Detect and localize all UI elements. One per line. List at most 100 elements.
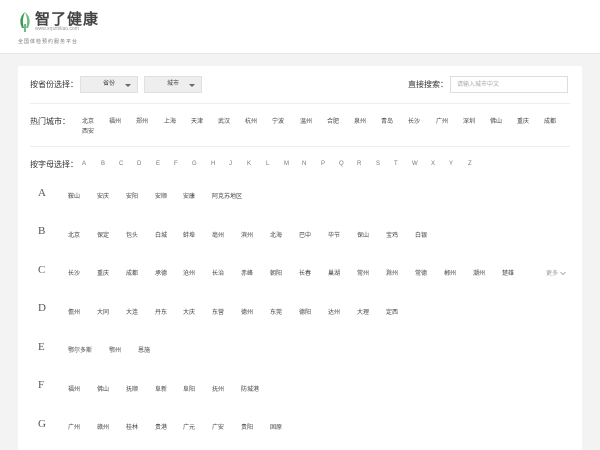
letter-link[interactable]: E [156,161,160,167]
letter-link[interactable]: N [302,161,306,167]
city-link[interactable]: 阜新 [155,384,167,393]
city-link[interactable]: 楚雄 [502,268,514,277]
letter-link[interactable]: S [376,161,380,167]
province-select[interactable]: 省份 [80,76,138,93]
hot-city-link[interactable]: 重庆 [517,116,529,125]
letter-link[interactable]: Z [468,161,472,167]
city-link[interactable]: 巴中 [299,230,311,239]
city-link[interactable]: 承德 [155,268,167,277]
city-link[interactable]: 沧州 [183,268,195,277]
city-link[interactable]: 重庆 [97,268,109,277]
letter-link[interactable]: G [192,161,197,167]
city-link[interactable]: 安庆 [97,191,109,200]
letter-link[interactable]: B [101,161,105,167]
letter-link[interactable]: P [321,161,325,167]
city-link[interactable]: 抚顺 [126,384,138,393]
city-link[interactable]: 保山 [357,230,369,239]
city-link[interactable]: 保定 [97,230,109,239]
city-link[interactable]: 阿克苏地区 [212,191,242,200]
letter-link[interactable]: D [137,161,141,167]
city-link[interactable]: 鄂州 [109,345,121,354]
city-link[interactable]: 成都 [126,268,138,277]
city-link[interactable]: 包头 [126,230,138,239]
hot-city-link[interactable]: 广州 [436,116,448,125]
letter-link[interactable]: J [229,161,232,167]
city-link[interactable]: 大同 [97,307,109,316]
letter-link[interactable]: W [412,161,418,167]
city-link[interactable]: 阜阳 [183,384,195,393]
hot-city-link[interactable]: 佛山 [490,116,502,125]
city-link[interactable]: 安康 [183,191,195,200]
city-link[interactable]: 安顺 [155,191,167,200]
hot-city-link[interactable]: 宁波 [272,116,284,125]
hot-city-link[interactable]: 北京 [82,116,94,125]
city-link[interactable]: 抚州 [212,384,224,393]
city-search-input[interactable] [450,76,568,93]
city-link[interactable]: 广安 [212,422,224,431]
city-link[interactable]: 儋州 [68,307,80,316]
city-link[interactable]: 潮州 [473,268,485,277]
city-link[interactable]: 长治 [212,268,224,277]
letter-link[interactable]: X [431,161,435,167]
city-link[interactable]: 佛山 [97,384,109,393]
city-link[interactable]: 滁州 [386,268,398,277]
city-link[interactable]: 毕节 [328,230,340,239]
city-link[interactable]: 固原 [270,422,282,431]
city-link[interactable]: 大连 [126,307,138,316]
city-select[interactable]: 城市 [144,76,202,93]
city-link[interactable]: 常州 [357,268,369,277]
letter-link[interactable]: L [266,161,269,167]
hot-city-link[interactable]: 长沙 [408,116,420,125]
letter-link[interactable]: F [174,161,178,167]
hot-city-link[interactable]: 天津 [191,116,203,125]
letter-link[interactable]: Q [339,161,344,167]
city-link[interactable]: 郴州 [444,268,456,277]
city-link[interactable]: 东莞 [270,307,282,316]
city-link[interactable]: 安阳 [126,191,138,200]
city-link[interactable]: 广元 [183,422,195,431]
hot-city-link[interactable]: 武汉 [218,116,230,125]
city-link[interactable]: 防城港 [241,384,259,393]
city-link[interactable]: 福州 [68,384,80,393]
more-toggle[interactable]: 更多 [546,268,566,277]
letter-link[interactable]: T [394,161,398,167]
hot-city-link[interactable]: 深圳 [463,116,475,125]
letter-link[interactable]: R [357,161,361,167]
city-link[interactable]: 赣州 [97,422,109,431]
city-link[interactable]: 德州 [241,307,253,316]
city-link[interactable]: 宝鸡 [386,230,398,239]
city-link[interactable]: 贵阳 [241,422,253,431]
letter-link[interactable]: H [211,161,215,167]
city-link[interactable]: 桂林 [126,422,138,431]
hot-city-link[interactable]: 上海 [164,116,176,125]
letter-link[interactable]: C [119,161,123,167]
city-link[interactable]: 鞍山 [68,191,80,200]
letter-link[interactable]: Y [449,161,453,167]
city-link[interactable]: 北京 [68,230,80,239]
hot-city-link[interactable]: 福州 [109,116,121,125]
site-logo[interactable]: 智了健康 www.xrpzhiliao.com 全国体检预约服务平台 [18,8,108,48]
city-link[interactable]: 北海 [270,230,282,239]
city-link[interactable]: 鄂尔多斯 [68,345,92,354]
hot-city-link[interactable]: 西安 [82,126,94,135]
hot-city-link[interactable]: 郑州 [136,116,148,125]
hot-city-link[interactable]: 合肥 [327,116,339,125]
city-link[interactable]: 亳州 [212,230,224,239]
city-link[interactable]: 巢湖 [328,268,340,277]
city-link[interactable]: 定西 [386,307,398,316]
city-link[interactable]: 大理 [357,307,369,316]
hot-city-link[interactable]: 杭州 [245,116,257,125]
letter-link[interactable]: M [284,161,289,167]
city-link[interactable]: 白银 [415,230,427,239]
city-link[interactable]: 白城 [155,230,167,239]
hot-city-link[interactable]: 青岛 [381,116,393,125]
city-link[interactable]: 广州 [68,422,80,431]
city-link[interactable]: 滨州 [241,230,253,239]
city-link[interactable]: 大庆 [183,307,195,316]
city-link[interactable]: 德阳 [299,307,311,316]
city-link[interactable]: 长春 [299,268,311,277]
city-link[interactable]: 东营 [212,307,224,316]
letter-link[interactable]: K [247,161,251,167]
city-link[interactable]: 朝阳 [270,268,282,277]
city-link[interactable]: 赤峰 [241,268,253,277]
